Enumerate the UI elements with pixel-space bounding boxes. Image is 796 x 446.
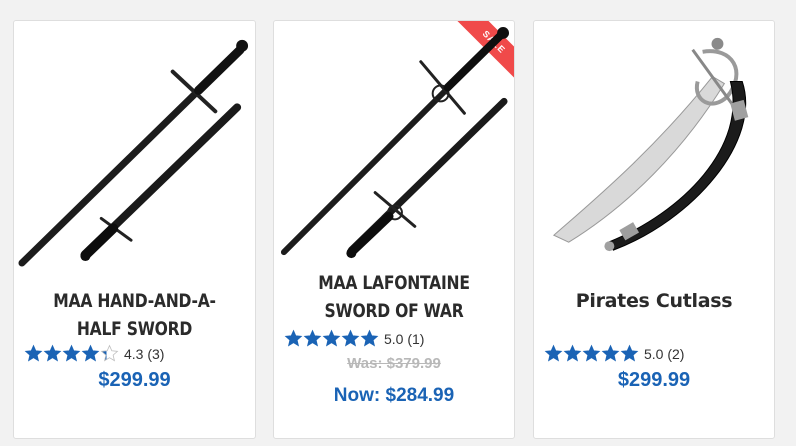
product-image[interactable] [534, 21, 774, 271]
star-icon [563, 344, 582, 362]
star-icon [100, 344, 119, 362]
star-rating [544, 344, 639, 363]
product-image[interactable] [274, 21, 514, 271]
product-title[interactable]: MAA LAFONTAINE SWORD OF WAR [296, 269, 493, 325]
star-icon [582, 344, 601, 362]
star-icon [62, 344, 81, 362]
product-price: $299.99 [98, 369, 171, 391]
sword-icon [280, 26, 510, 259]
cutlass-icon [552, 37, 749, 252]
star-icon [620, 344, 639, 362]
product-card[interactable]: MAA HAND-AND-A-HALF SWORD 4.3 (3) $299.9… [13, 20, 256, 439]
product-rating: 4.3 (3) [24, 344, 164, 363]
star-rating [24, 344, 119, 363]
product-rating: 5.0 (1) [284, 329, 424, 348]
sword-icon [18, 39, 249, 267]
product-title[interactable]: MAA HAND-AND-A-HALF SWORD [36, 287, 234, 343]
star-icon [303, 329, 322, 347]
star-icon [284, 329, 303, 347]
product-image[interactable] [14, 21, 255, 271]
was-price: Was: $379.99 [347, 355, 441, 372]
product-card[interactable]: Pirates Cutlass 5.0 (2) $299.99 [533, 20, 775, 439]
star-rating [284, 329, 379, 348]
now-price: Now: $284.99 [333, 385, 455, 406]
product-title[interactable]: Pirates Cutlass [534, 287, 774, 315]
star-icon [81, 344, 100, 362]
star-icon [322, 329, 341, 347]
rating-text: 4.3 (3) [124, 345, 165, 362]
star-icon [601, 344, 620, 362]
star-icon [360, 329, 379, 347]
star-icon [341, 329, 360, 347]
rating-text: 5.0 (1) [384, 330, 425, 347]
product-rating: 5.0 (2) [544, 344, 684, 363]
rating-text: 5.0 (2) [644, 345, 685, 362]
star-icon [43, 344, 62, 362]
product-card[interactable]: SALE MAA LAFONTAINE SWORD OF WAR 5.0 (1)… [273, 20, 515, 439]
star-icon [544, 344, 563, 362]
product-price: $299.99 [617, 369, 691, 391]
star-icon [24, 344, 43, 362]
